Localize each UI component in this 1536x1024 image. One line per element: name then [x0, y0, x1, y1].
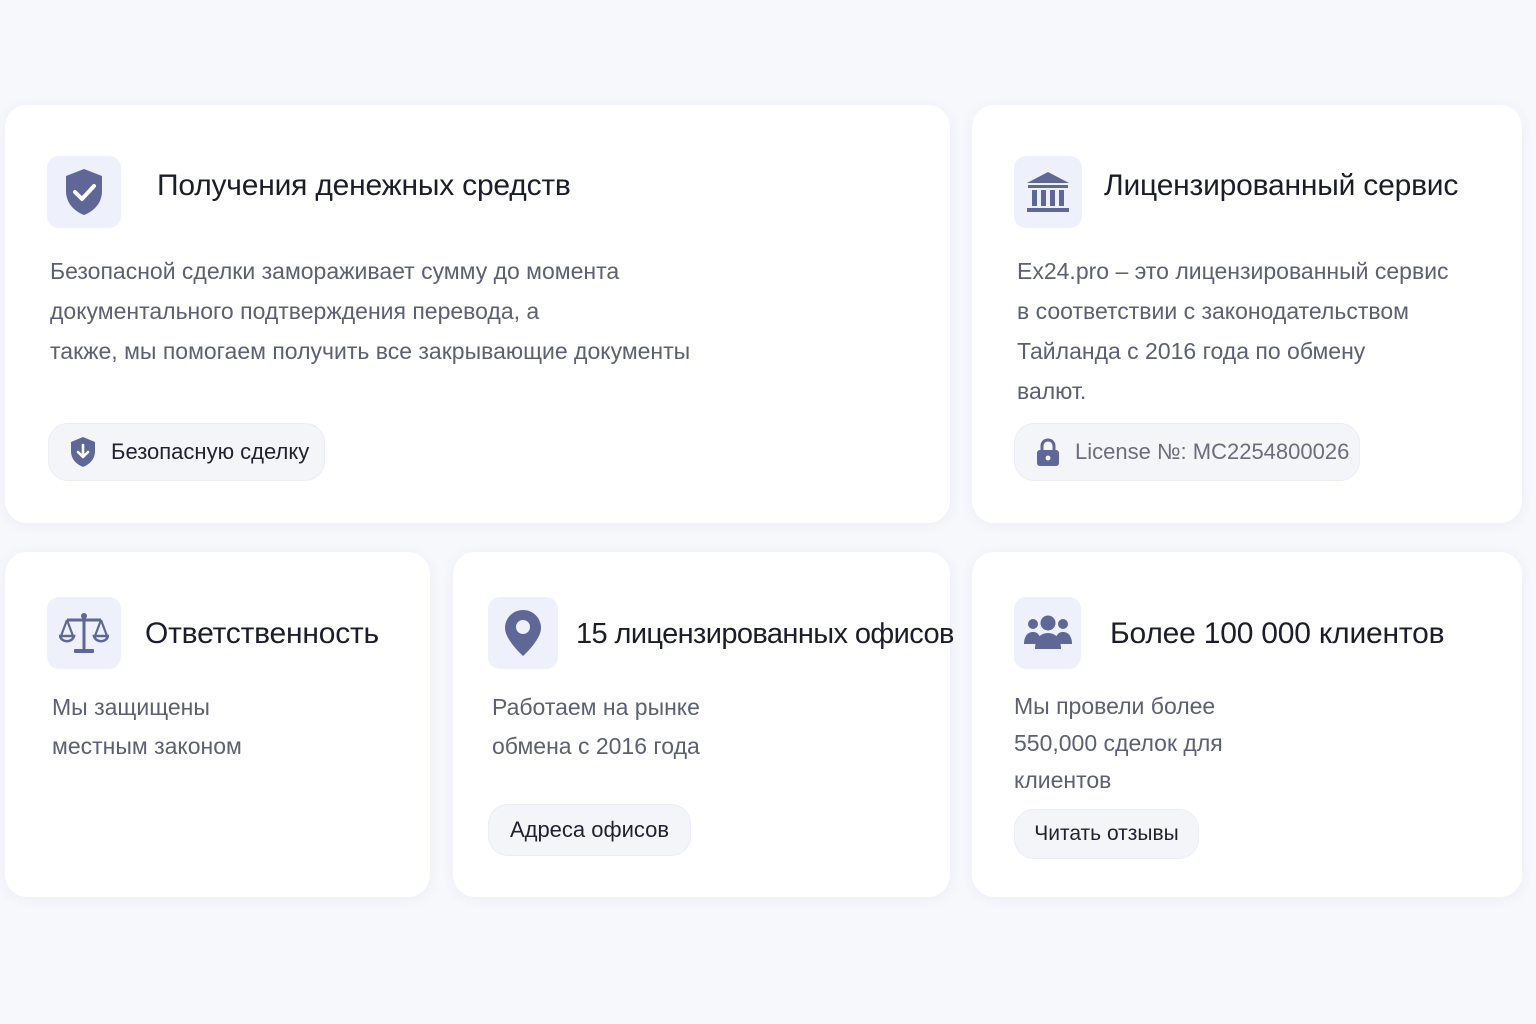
card-description: Работаем на рынке обмена с 2016 года [492, 694, 700, 759]
card-funds: Получения денежных средств Безопасной сд… [5, 105, 950, 523]
card-description: Мы защищены местным законом [52, 694, 242, 759]
read-reviews-button[interactable]: Читать отзывы [1014, 809, 1199, 859]
office-addresses-button[interactable]: Адреса офисов [488, 804, 691, 856]
card-description: Безопасной сделки замораживает сумму до … [50, 258, 691, 364]
license-label: License №: MC2254800026 [1075, 439, 1350, 464]
card-title: Более 100 000 клиентов [1110, 617, 1445, 650]
shield-down-icon [69, 436, 97, 468]
card-offices: 15 лицензированных офисов Работаем на ры… [453, 552, 954, 897]
users-icon [1014, 597, 1081, 669]
card-licensed: Лицензированный сервис Ex24.pro – это ли… [972, 105, 1522, 523]
lock-icon [1035, 437, 1061, 467]
card-responsibility: Ответственность Мы защищены местным зако… [5, 552, 430, 897]
card-description: Мы провели более 550,000 сделок для клие… [1014, 693, 1223, 793]
office-addresses-label: Адреса офисов [509, 817, 670, 842]
bank-icon [1014, 156, 1082, 228]
license-badge: License №: MC2254800026 [1014, 423, 1360, 481]
card-description: Ex24.pro – это лицензированный сервис в … [1017, 258, 1449, 404]
card-clients: Более 100 000 клиентов Мы провели более … [972, 552, 1522, 897]
scales-icon [47, 597, 121, 669]
read-reviews-label: Читать отзывы [1034, 822, 1179, 845]
location-pin-icon [488, 597, 558, 669]
shield-check-icon [47, 156, 121, 228]
safe-deal-label: Безопасную сделку [111, 439, 310, 464]
card-title: 15 лицензированных офисов [576, 618, 954, 650]
card-title: Ответственность [145, 617, 379, 650]
card-title: Получения денежных средств [157, 169, 571, 202]
safe-deal-button[interactable]: Безопасную сделку [48, 423, 325, 481]
card-title: Лицензированный сервис [1104, 169, 1459, 202]
